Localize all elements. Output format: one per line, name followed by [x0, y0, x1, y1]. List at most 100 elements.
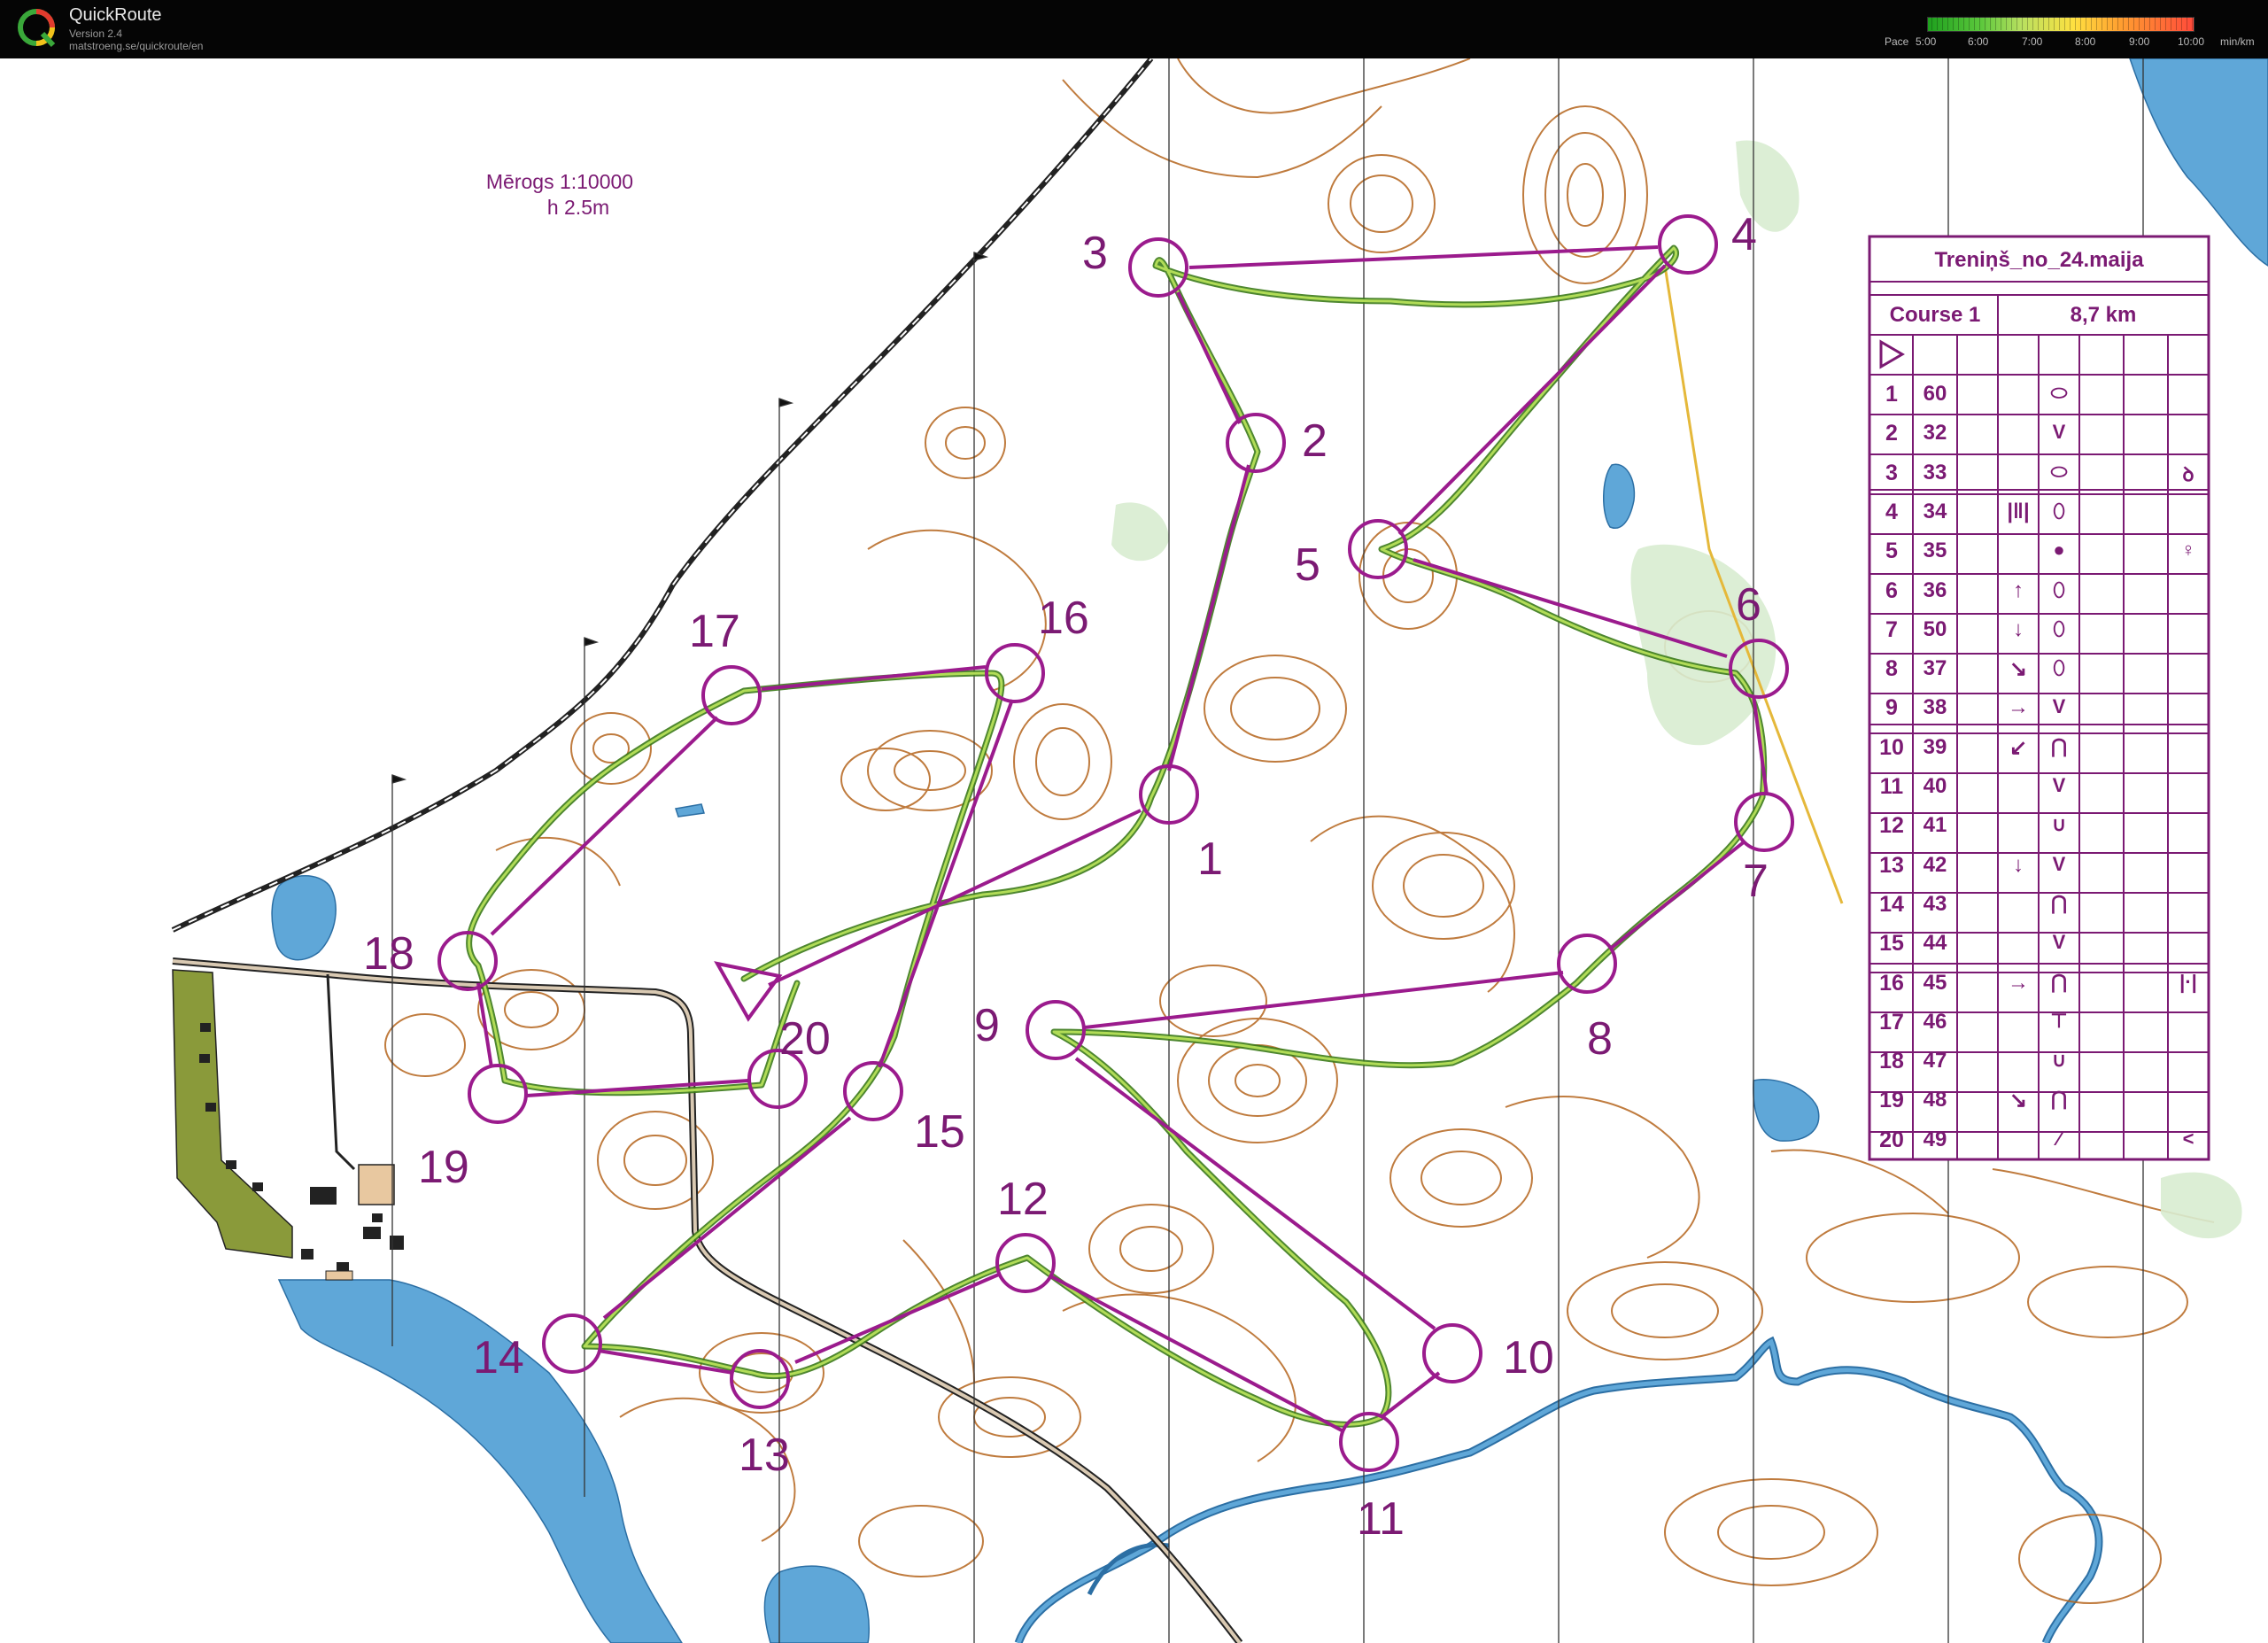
sheet-cell-feat: ⬯: [2053, 577, 2065, 601]
sheet-cell-num: 6: [1885, 577, 1898, 603]
sheet-course: Course 1: [1889, 303, 1981, 327]
control-label-6: 6: [1736, 579, 1761, 631]
sheet-cell-extra: |·|: [2179, 970, 2197, 993]
pace-tick: 8:00: [2075, 35, 2096, 48]
sheet-cell-num: 15: [1879, 931, 1904, 957]
pace-tick: 7:00: [2022, 35, 2043, 48]
control-label-13: 13: [739, 1430, 790, 1481]
sheet-cell-code: 33: [1923, 460, 1947, 484]
sheet-cell-feat: ⋂: [2050, 891, 2068, 914]
pace-label: Pace: [1885, 35, 1909, 48]
sheet-cell-feat: ⬭: [2050, 382, 2068, 404]
pace-tick: 9:00: [2129, 35, 2150, 48]
sheet-cell-code: 60: [1923, 382, 1947, 406]
control-label-20: 20: [779, 1013, 831, 1065]
sheet-cell-feat: ●: [2053, 539, 2065, 562]
sheet-cell-code: 42: [1923, 852, 1947, 877]
sheet-cell-num: 13: [1879, 852, 1904, 878]
sheet-cell-code: 37: [1923, 656, 1947, 681]
sheet-cell-feat: ⊤: [2050, 1009, 2068, 1032]
sheet-cell-code: 39: [1923, 734, 1947, 759]
sheet-cell-num: 16: [1879, 970, 1904, 996]
control-label-18: 18: [363, 928, 414, 980]
pace-tick: 6:00: [1968, 35, 1989, 48]
sheet-cell-extra: <: [2182, 1127, 2194, 1150]
sheet-cell-extra: ♀: [2180, 539, 2196, 562]
sheet-cell-code: 43: [1923, 891, 1947, 916]
control-label-10: 10: [1503, 1332, 1554, 1383]
control-label-3: 3: [1082, 228, 1108, 279]
sheet-cell-num: 12: [1879, 813, 1904, 839]
sheet-cell-num: 11: [1879, 774, 1904, 799]
sheet-cell-feat: ⬯: [2053, 616, 2065, 639]
map-scale-label: Mērogs 1:10000: [486, 170, 633, 193]
sheet-cell-extra: ꝺ: [2182, 462, 2194, 485]
control-label-8: 8: [1587, 1013, 1613, 1065]
control-label-4: 4: [1731, 209, 1757, 260]
sheet-cell-num: 2: [1885, 421, 1898, 446]
sheet-cell-num: 20: [1879, 1127, 1904, 1152]
sheet-cell-code: 49: [1923, 1127, 1947, 1151]
sheet-cell-feat: ∪: [2051, 1049, 2067, 1072]
control-label-17: 17: [689, 606, 740, 657]
app-title: QuickRoute: [69, 5, 162, 25]
sheet-cell-dir: ↓: [2013, 616, 2024, 641]
sheet-cell-dir: ↓: [2013, 852, 2024, 877]
sheet-cell-num: 19: [1879, 1088, 1904, 1113]
sheet-cell-dir: →: [2008, 695, 2029, 720]
sheet-cell-feat: V: [2052, 852, 2066, 875]
control-label-1: 1: [1197, 833, 1223, 885]
sheet-cell-num: 10: [1879, 734, 1904, 760]
sheet-cell-code: 50: [1923, 616, 1947, 641]
pace-color-scale-ticks: [1927, 17, 2193, 30]
control-label-7: 7: [1743, 856, 1769, 907]
sheet-cell-code: 32: [1923, 421, 1947, 446]
sheet-cell-feat: V: [2052, 774, 2066, 796]
sheet-cell-dir: ↑: [2013, 577, 2024, 602]
control-label-15: 15: [914, 1106, 965, 1158]
sheet-cell-code: 41: [1923, 813, 1947, 838]
sheet-cell-feat: ⋂: [2050, 970, 2068, 993]
sheet-cell-feat: V: [2052, 695, 2066, 718]
control-label-16: 16: [1038, 593, 1089, 644]
sheet-cell-feat: ⬯: [2053, 656, 2065, 679]
sheet-cell-num: 3: [1885, 460, 1898, 485]
quickroute-logo-icon: [18, 9, 56, 48]
pace-tick: 10:00: [2178, 35, 2205, 48]
control-label-12: 12: [997, 1174, 1049, 1225]
control-label-14: 14: [473, 1332, 524, 1383]
sheet-cell-dir: |‖|: [2007, 499, 2030, 523]
sheet-cell-feat: ∪: [2051, 813, 2067, 836]
sheet-cell-num: 17: [1879, 1009, 1904, 1035]
control-label-9: 9: [974, 1000, 1000, 1051]
sheet-cell-num: 7: [1885, 616, 1898, 642]
control-label-2: 2: [1302, 415, 1328, 467]
sheet-cell-code: 38: [1923, 695, 1947, 720]
sheet-cell-num: 4: [1885, 499, 1898, 524]
sheet-title: Treniņš_no_24.maija: [1934, 248, 2144, 272]
sheet-cell-num: 18: [1879, 1049, 1904, 1074]
sheet-cell-num: 1: [1885, 382, 1898, 407]
app-version: Version 2.4: [69, 27, 123, 40]
control-label-11: 11: [1357, 1493, 1405, 1545]
sheet-cell-num: 14: [1879, 891, 1904, 917]
map-contour-label: h 2.5m: [547, 196, 609, 219]
orienteering-map[interactable]: Mērogs 1:10000 h 2.5m 1 2 3 4 5 6 7 8 9 …: [0, 58, 2268, 1643]
control-label-5: 5: [1295, 539, 1320, 591]
sheet-cell-feat: V: [2052, 931, 2066, 954]
sheet-cell-code: 34: [1923, 499, 1947, 523]
pace-unit: min/km: [2220, 35, 2255, 48]
sheet-cell-code: 36: [1923, 577, 1947, 602]
sheet-cell-num: 9: [1885, 695, 1898, 721]
sheet-cell-code: 35: [1923, 539, 1947, 563]
sheet-cell-code: 48: [1923, 1088, 1947, 1112]
sheet-cell-feat: ⁄: [2057, 1127, 2061, 1150]
sheet-cell-feat: ⋂: [2050, 1088, 2068, 1111]
sheet-cell-code: 40: [1923, 774, 1947, 798]
sheet-cell-dir: ↙: [2009, 735, 2028, 760]
sheet-cell-feat: ⬯: [2053, 499, 2065, 522]
sheet-cell-dir: ↘: [2009, 1089, 2028, 1113]
sheet-cell-num: 8: [1885, 656, 1898, 682]
sheet-cell-code: 47: [1923, 1049, 1947, 1073]
app-url: matstroeng.se/quickroute/en: [69, 40, 204, 52]
